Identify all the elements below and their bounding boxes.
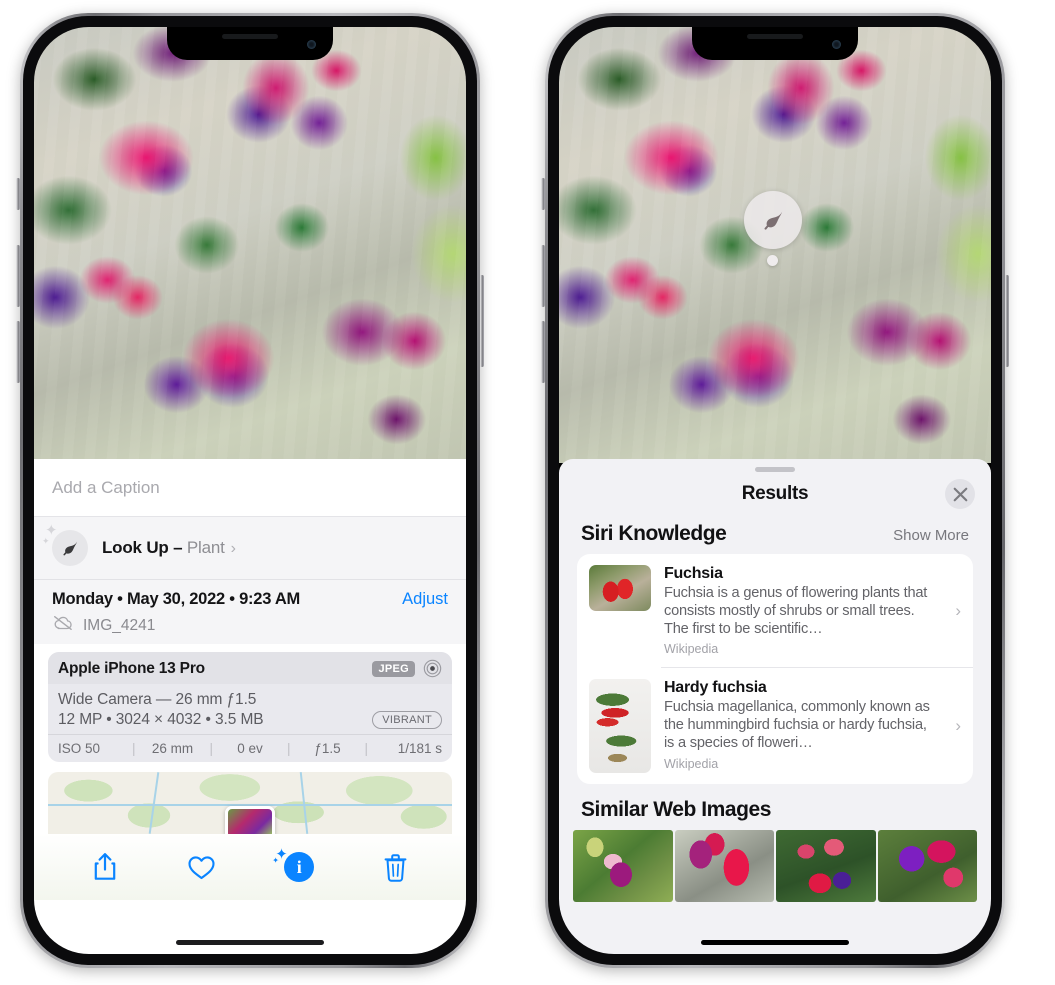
- home-indicator[interactable]: [176, 940, 324, 945]
- lens-line: Wide Camera — 26 mm ƒ1.5: [58, 691, 257, 708]
- device-bezel: Add a Caption ✦ ✦ Look Up – Plant › Mond…: [23, 16, 477, 965]
- cloud-slash-icon: [52, 615, 74, 636]
- look-up-subject: Plant: [186, 538, 225, 557]
- visual-lookup-pointer: [767, 255, 778, 266]
- map-road: [299, 772, 308, 834]
- look-up-row[interactable]: ✦ ✦ Look Up – Plant ›: [34, 517, 466, 579]
- metadata-block: Monday • May 30, 2022 • 9:23 AM Adjust I…: [34, 579, 466, 644]
- heart-icon[interactable]: [187, 854, 216, 881]
- share-icon[interactable]: [92, 852, 118, 882]
- knowledge-item[interactable]: Hardy fuchsia Fuchsia magellanica, commo…: [577, 668, 973, 784]
- info-sparkle-icon[interactable]: i: [284, 852, 315, 882]
- similar-web-images-strip: [559, 830, 991, 903]
- web-image-thumbnail[interactable]: [776, 830, 876, 903]
- volume-up-button[interactable]: [16, 245, 20, 307]
- format-badge: JPEG: [372, 660, 415, 677]
- siri-knowledge-header: Siri Knowledge Show More: [559, 516, 991, 554]
- look-up-label: Look Up – Plant ›: [102, 538, 236, 558]
- chevron-right-icon: ›: [230, 540, 236, 557]
- knowledge-item[interactable]: Fuchsia Fuchsia is a genus of flowering …: [577, 554, 973, 667]
- caption-input[interactable]: Add a Caption: [34, 459, 466, 517]
- knowledge-thumbnail: [589, 565, 651, 611]
- front-camera: [832, 40, 841, 49]
- exif-ev: 0 ev: [237, 741, 263, 756]
- camera-model: Apple iPhone 13 Pro: [58, 659, 205, 677]
- photo-viewer-left[interactable]: [34, 27, 466, 463]
- visual-lookup-badge[interactable]: [744, 191, 802, 249]
- metadata-file-row: IMG_4241: [52, 615, 448, 636]
- silent-switch[interactable]: [541, 178, 545, 210]
- knowledge-description: Fuchsia is a genus of flowering plants t…: [664, 585, 928, 638]
- results-title: Results: [741, 483, 809, 504]
- file-name: IMG_4241: [83, 616, 156, 634]
- knowledge-text: Fuchsia Fuchsia is a genus of flowering …: [664, 565, 961, 656]
- info-button-wrap[interactable]: ✦ ✦ i: [272, 846, 315, 882]
- right-screen: Results Siri Knowledge Show More Fuchsia…: [559, 27, 991, 954]
- device-bezel: Results Siri Knowledge Show More Fuchsia…: [548, 16, 1002, 965]
- earpiece-speaker: [222, 34, 278, 39]
- exif-settings-strip: ISO 50 | 26 mm | 0 ev | ƒ1.5 | 1/181 s: [48, 734, 452, 762]
- knowledge-text: Hardy fuchsia Fuchsia magellanica, commo…: [664, 679, 961, 773]
- exif-card[interactable]: Apple iPhone 13 Pro JPEG Wide Camera — 2…: [48, 652, 452, 762]
- photographic-style-badge: VIBRANT: [372, 711, 442, 729]
- results-sheet: Results Siri Knowledge Show More Fuchsia…: [559, 459, 991, 954]
- iphone-right-device: Results Siri Knowledge Show More Fuchsia…: [541, 13, 1009, 968]
- map-road: [148, 772, 160, 834]
- front-camera: [307, 40, 316, 49]
- photo-info-sheet: Add a Caption ✦ ✦ Look Up – Plant › Mond…: [34, 459, 466, 954]
- siri-knowledge-title: Siri Knowledge: [581, 522, 727, 545]
- size-line: 12 MP • 3024 × 4032 • 3.5 MB: [58, 711, 264, 728]
- map-photo-pin[interactable]: [225, 806, 275, 834]
- exif-header: Apple iPhone 13 Pro JPEG: [48, 652, 452, 684]
- knowledge-source: Wikipedia: [664, 756, 719, 771]
- chevron-right-icon: ›: [955, 716, 961, 736]
- exif-aperture: ƒ1.5: [314, 741, 341, 756]
- show-more-button[interactable]: Show More: [893, 527, 969, 544]
- exif-shutter: 1/181 s: [397, 741, 442, 756]
- screenshot-stage: Add a Caption ✦ ✦ Look Up – Plant › Mond…: [0, 0, 1055, 985]
- web-image-thumbnail[interactable]: [674, 830, 774, 903]
- exif-badges: JPEG: [372, 659, 442, 678]
- location-map[interactable]: [48, 772, 452, 834]
- exif-size-row: 12 MP • 3024 × 4032 • 3.5 MB VIBRANT: [58, 711, 442, 729]
- web-image-thumbnail[interactable]: [573, 830, 673, 903]
- exif-iso: ISO 50: [58, 741, 101, 756]
- volume-down-button[interactable]: [16, 321, 20, 383]
- look-up-icon-wrap: ✦ ✦: [42, 523, 88, 566]
- power-button[interactable]: [480, 275, 484, 367]
- knowledge-thumbnail: [589, 679, 651, 774]
- results-header: Results: [559, 472, 991, 516]
- sparkle-small-icon: ✦: [272, 856, 279, 865]
- knowledge-source: Wikipedia: [664, 642, 719, 657]
- notch: [692, 27, 858, 60]
- home-indicator[interactable]: [701, 940, 849, 945]
- knowledge-description: Fuchsia magellanica, commonly known as t…: [664, 699, 930, 752]
- metadata-date-row: Monday • May 30, 2022 • 9:23 AM Adjust: [52, 590, 448, 609]
- sparkle-small-icon: ✦: [42, 536, 50, 546]
- photo-toolbar: ✦ ✦ i: [34, 834, 466, 900]
- iphone-left-device: Add a Caption ✦ ✦ Look Up – Plant › Mond…: [16, 13, 484, 968]
- volume-up-button[interactable]: [541, 245, 545, 307]
- trash-icon[interactable]: [383, 853, 408, 882]
- chevron-right-icon: ›: [955, 600, 961, 620]
- siri-knowledge-card: Fuchsia Fuchsia is a genus of flowering …: [577, 554, 973, 785]
- knowledge-title: Fuchsia: [664, 565, 723, 582]
- raw-target-icon: [423, 659, 442, 678]
- close-icon[interactable]: [945, 479, 975, 509]
- capture-date: Monday • May 30, 2022 • 9:23 AM: [52, 590, 301, 608]
- notch: [167, 27, 333, 60]
- exif-body: Wide Camera — 26 mm ƒ1.5 12 MP • 3024 × …: [48, 684, 452, 734]
- adjust-button[interactable]: Adjust: [402, 590, 448, 609]
- earpiece-speaker: [747, 34, 803, 39]
- similar-web-images-title: Similar Web Images: [581, 798, 771, 822]
- power-button[interactable]: [1005, 275, 1009, 367]
- caption-placeholder-text: Add a Caption: [52, 477, 160, 497]
- left-screen: Add a Caption ✦ ✦ Look Up – Plant › Mond…: [34, 27, 466, 954]
- volume-down-button[interactable]: [541, 321, 545, 383]
- look-up-prefix: Look Up –: [102, 538, 187, 557]
- silent-switch[interactable]: [16, 178, 20, 210]
- web-image-thumbnail[interactable]: [877, 830, 977, 903]
- knowledge-title: Hardy fuchsia: [664, 679, 767, 697]
- exif-focal: 26 mm: [151, 741, 194, 756]
